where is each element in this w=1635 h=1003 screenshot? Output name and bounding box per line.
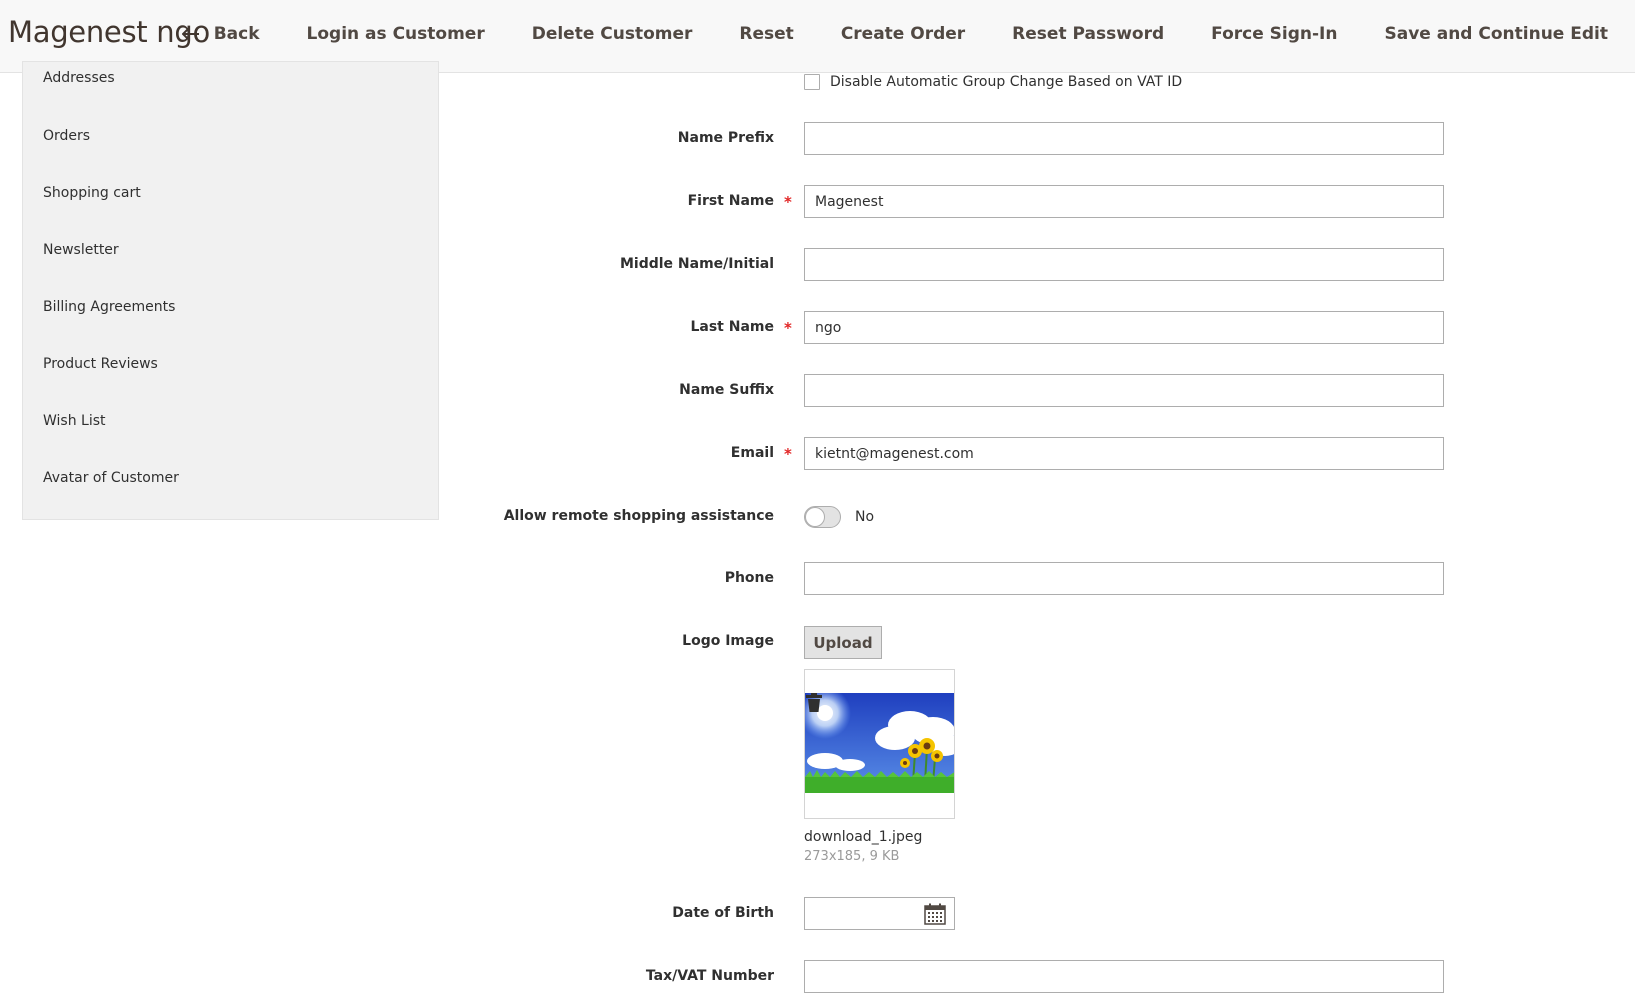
name-prefix-label: Name Prefix	[677, 130, 774, 146]
remote-assistance-row: No	[804, 506, 874, 528]
middle-name-label: Middle Name/Initial	[619, 256, 774, 272]
logo-image-preview[interactable]	[804, 669, 955, 819]
disable-group-change-row: Disable Automatic Group Change Based on …	[804, 74, 1182, 90]
first-name-field[interactable]	[804, 185, 1444, 218]
save-and-continue-button[interactable]: Save and Continue Edit	[1384, 24, 1608, 44]
tax-vat-field[interactable]	[804, 960, 1444, 993]
email-required-marker: *	[784, 445, 792, 463]
toggle-knob	[805, 507, 825, 527]
back-arrow-icon	[181, 27, 199, 41]
logo-image-label: Logo Image	[682, 633, 774, 649]
reset-password-button[interactable]: Reset Password	[1012, 24, 1164, 44]
sidebar-item-avatar[interactable]: Avatar of Customer	[43, 470, 179, 486]
name-prefix-field[interactable]	[804, 122, 1444, 155]
sidebar-item-orders[interactable]: Orders	[43, 128, 90, 144]
last-name-label: Last Name	[690, 319, 774, 335]
tax-vat-label: Tax/VAT Number	[645, 968, 774, 984]
sidebar-item-product-reviews[interactable]: Product Reviews	[43, 356, 158, 372]
sidebar-item-addresses[interactable]: Addresses	[43, 70, 115, 86]
page-title: Magenest ngo	[8, 15, 210, 49]
name-suffix-label: Name Suffix	[679, 382, 774, 398]
force-sign-in-button[interactable]: Force Sign-In	[1211, 24, 1337, 44]
delete-customer-button[interactable]: Delete Customer	[532, 24, 693, 44]
back-button-label: Back	[213, 24, 260, 44]
sidebar-item-shopping-cart[interactable]: Shopping cart	[43, 185, 141, 201]
remote-assistance-state: No	[855, 509, 875, 525]
name-suffix-field[interactable]	[804, 374, 1444, 407]
last-name-required-marker: *	[784, 319, 792, 337]
calendar-icon[interactable]	[924, 903, 946, 925]
login-as-customer-button[interactable]: Login as Customer	[307, 24, 485, 44]
email-field[interactable]	[804, 437, 1444, 470]
phone-label: Phone	[724, 570, 774, 586]
remote-assistance-toggle[interactable]	[804, 506, 841, 528]
trash-icon[interactable]	[805, 693, 823, 713]
page-actions: Back Login as Customer Delete Customer R…	[181, 0, 1608, 68]
back-button[interactable]: Back	[181, 24, 260, 44]
uploaded-file-meta: 273x185, 9 KB	[804, 849, 900, 864]
uploaded-file-name[interactable]: download_1.jpeg	[804, 829, 922, 845]
first-name-required-marker: *	[784, 193, 792, 211]
email-label: Email	[730, 445, 774, 461]
last-name-field[interactable]	[804, 311, 1444, 344]
disable-group-change-label: Disable Automatic Group Change Based on …	[830, 74, 1183, 90]
reset-button[interactable]: Reset	[739, 24, 793, 44]
create-order-button[interactable]: Create Order	[841, 24, 965, 44]
sidebar-item-billing-agreements[interactable]: Billing Agreements	[43, 299, 175, 315]
phone-field[interactable]	[804, 562, 1444, 595]
sidebar-item-newsletter[interactable]: Newsletter	[43, 242, 119, 258]
disable-group-change-checkbox[interactable]	[804, 74, 820, 90]
date-of-birth-field[interactable]	[804, 897, 955, 930]
logo-thumbnail-image	[805, 693, 954, 793]
middle-name-field[interactable]	[804, 248, 1444, 281]
sidebar-item-wish-list[interactable]: Wish List	[43, 413, 106, 429]
date-of-birth-label: Date of Birth	[672, 905, 774, 921]
first-name-label: First Name	[687, 193, 774, 209]
remote-assistance-label: Allow remote shopping assistance	[503, 508, 774, 524]
upload-button[interactable]: Upload	[804, 626, 882, 659]
